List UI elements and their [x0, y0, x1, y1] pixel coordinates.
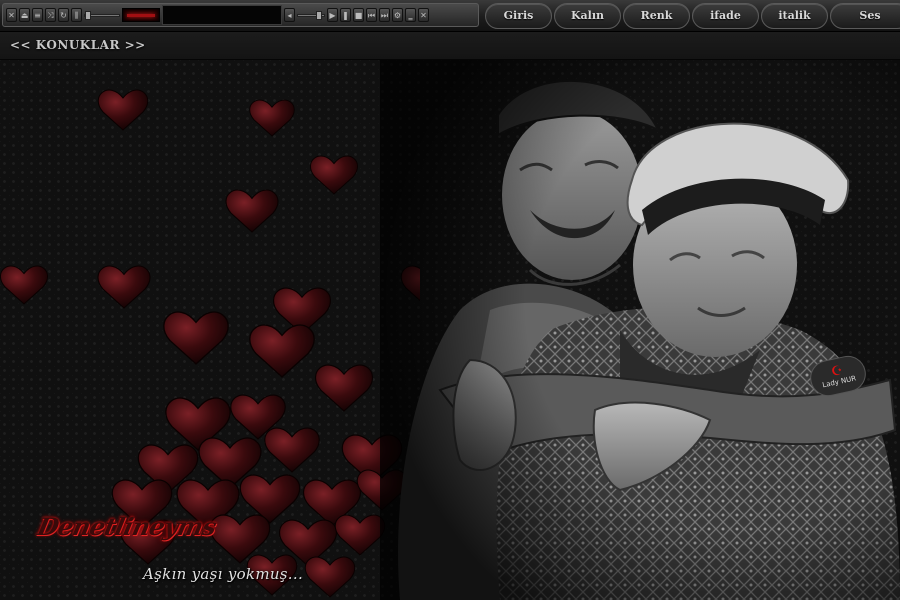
tab-giris[interactable]: Giris	[485, 3, 552, 29]
visualizer-display	[122, 8, 160, 22]
guest-bar: << KONUKLAR >>	[0, 32, 900, 60]
play-icon[interactable]: ▶	[327, 8, 338, 22]
options-icon[interactable]: ⚙	[392, 8, 403, 22]
minimize-icon[interactable]: ‗	[405, 8, 416, 22]
caption-text: Aşkın yaşı yokmuş...	[143, 565, 304, 583]
couple-photo	[380, 60, 900, 600]
track-info-display	[162, 5, 282, 25]
media-player: ✕ ⏏ ≡ ⤨ ↻ ⫼ ◂ ▶ ❚ ■ ⏮ ⏭ ⚙ ‗ ✕	[2, 3, 479, 27]
badge-label: Lady NUR	[821, 373, 857, 389]
pause-icon[interactable]: ❚	[340, 8, 351, 22]
tab-kalin[interactable]: Kalın	[554, 3, 621, 29]
stop-icon[interactable]: ■	[353, 8, 364, 22]
close-icon[interactable]: ✕	[418, 8, 429, 22]
next-icon[interactable]: ⏭	[379, 8, 390, 22]
repeat-icon[interactable]: ↻	[58, 8, 69, 22]
tab-ses[interactable]: Ses	[830, 3, 900, 29]
playlist-icon[interactable]: ≡	[32, 8, 43, 22]
top-toolbar: ✕ ⏏ ≡ ⤨ ↻ ⫼ ◂ ▶ ❚ ■ ⏮ ⏭ ⚙ ‗ ✕ Giris Kalı…	[0, 0, 900, 32]
seek-slider[interactable]	[84, 10, 120, 20]
shuffle-icon[interactable]: ⤨	[45, 8, 56, 22]
tab-italik[interactable]: italik	[761, 3, 828, 29]
equalizer-icon[interactable]: ⫼	[71, 8, 82, 22]
eject-icon[interactable]: ⏏	[19, 8, 30, 22]
volume-slider-knob[interactable]	[316, 10, 322, 20]
menu-tabs: Giris Kalın Renk ifade italik Ses	[485, 3, 900, 29]
volume-slider[interactable]	[297, 10, 325, 20]
open-file-icon[interactable]: ✕	[6, 8, 17, 22]
tab-renk[interactable]: Renk	[623, 3, 690, 29]
tab-ifade[interactable]: ifade	[692, 3, 759, 29]
previous-icon[interactable]: ⏮	[366, 8, 377, 22]
volume-icon: ◂	[284, 8, 295, 22]
signature-text: Denetlineyms	[34, 512, 219, 541]
seek-slider-knob[interactable]	[85, 10, 91, 20]
background-artwork: ☪ Lady NUR Denetlineyms Aşkın yaşı yokmu…	[0, 60, 900, 600]
guests-link[interactable]: << KONUKLAR >>	[10, 38, 146, 52]
